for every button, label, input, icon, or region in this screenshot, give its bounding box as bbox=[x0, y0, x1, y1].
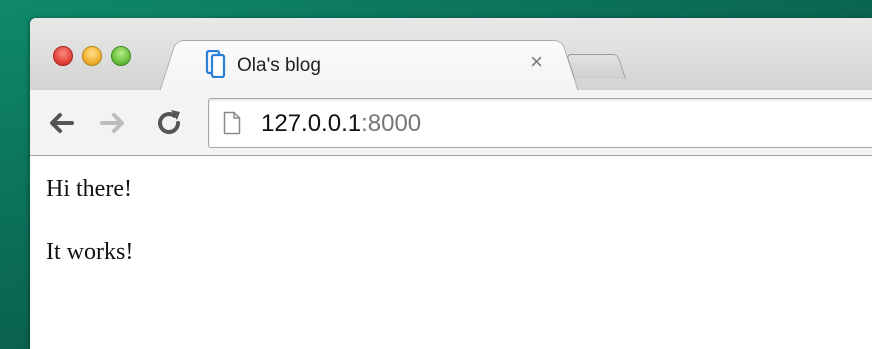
tab-strip: Ola's blog × bbox=[30, 18, 872, 93]
minimize-window-button[interactable] bbox=[82, 46, 102, 66]
browser-window: Ola's blog × 127.0.0.1:8000 Hi there! It… bbox=[30, 18, 872, 349]
zoom-window-button[interactable] bbox=[111, 46, 131, 66]
forward-arrow-icon[interactable] bbox=[96, 106, 130, 140]
url-host: 127.0.0.1 bbox=[261, 110, 362, 137]
url-text[interactable]: 127.0.0.1:8000 bbox=[261, 110, 421, 138]
page-icon bbox=[223, 111, 241, 135]
close-window-button[interactable] bbox=[53, 46, 73, 66]
tab-close-icon[interactable]: × bbox=[530, 49, 543, 74]
paragraph-hi-there: Hi there! bbox=[46, 176, 132, 202]
back-arrow-icon[interactable] bbox=[44, 106, 78, 140]
toolbar: 127.0.0.1:8000 bbox=[30, 90, 872, 156]
tab-title: Ola's blog bbox=[237, 55, 321, 76]
url-port: :8000 bbox=[361, 110, 422, 137]
reload-icon[interactable] bbox=[152, 106, 186, 140]
tablet-icon bbox=[205, 50, 226, 78]
tab-olas-blog[interactable]: Ola's blog × bbox=[178, 40, 560, 93]
new-tab-button[interactable] bbox=[565, 54, 627, 79]
page-content: Hi there! It works! bbox=[30, 156, 872, 349]
address-bar[interactable]: 127.0.0.1:8000 bbox=[208, 98, 872, 148]
paragraph-it-works: It works! bbox=[46, 239, 134, 265]
